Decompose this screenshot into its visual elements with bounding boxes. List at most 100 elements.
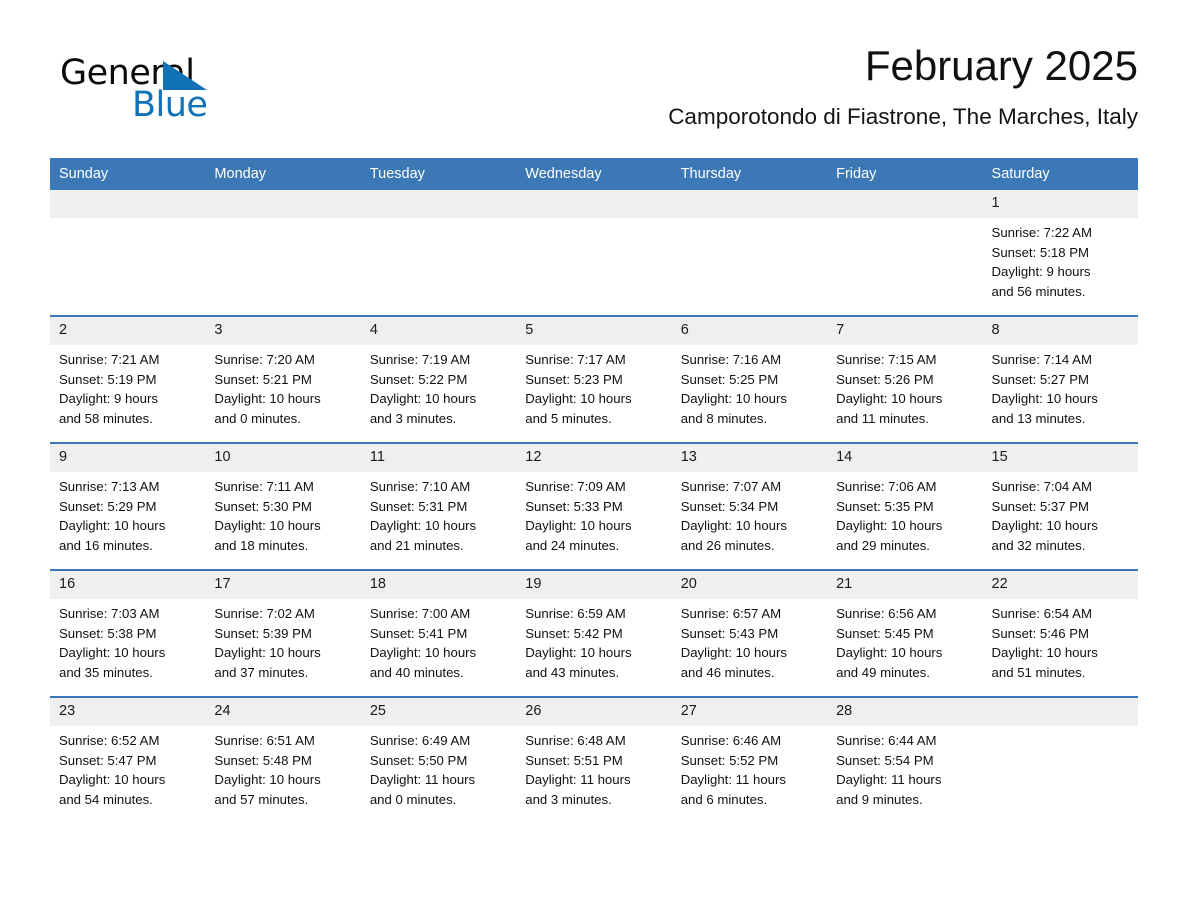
- day-number: [827, 190, 983, 218]
- day-number: 11: [360, 444, 517, 472]
- calendar-day-cell[interactable]: 14 Sunrise: 7:06 AM Sunset: 5:35 PM Dayligh…: [827, 442, 983, 570]
- calendar-body: 1 Sunrise: 7:22 AM Sunset: 5:18 PM Daylight…: [50, 190, 1138, 823]
- weekday-header-tuesday: Tuesday: [360, 158, 517, 190]
- daylight-line: and 0 minutes.: [214, 410, 301, 426]
- day-sun-info: Sunrise: 6:52 AM Sunset: 5:47 PM Daylight:…: [50, 726, 205, 809]
- daylight-line: and 13 minutes.: [991, 410, 1086, 426]
- sunrise-line: Sunrise: 6:52 AM: [59, 733, 160, 748]
- sunset-line: Sunset: 5:37 PM: [991, 498, 1090, 514]
- sunset-line: Sunset: 5:39 PM: [214, 625, 312, 641]
- calendar-day-cell[interactable]: 4 Sunrise: 7:19 AM Sunset: 5:22 PM Daylight…: [360, 315, 517, 443]
- sunset-line: Sunset: 5:27 PM: [991, 371, 1090, 387]
- calendar-day-cell[interactable]: 8 Sunrise: 7:14 AM Sunset: 5:27 PM Daylight…: [982, 315, 1138, 443]
- sunset-line: Sunset: 5:51 PM: [525, 752, 623, 768]
- daylight-line: Daylight: 11 hours: [680, 772, 786, 788]
- calendar-day-cell[interactable]: 10 Sunrise: 7:11 AM Sunset: 5:30 PM Dayligh…: [205, 442, 361, 570]
- sunrise-line: Sunrise: 7:19 AM: [369, 352, 471, 367]
- sunset-line: Sunset: 5:19 PM: [59, 371, 157, 387]
- day-sun-info: Sunrise: 7:21 AM Sunset: 5:19 PM Daylight:…: [50, 345, 205, 428]
- sunrise-line: Sunrise: 7:07 AM: [680, 479, 782, 494]
- daylight-line: Daylight: 10 hours: [369, 645, 477, 661]
- daylight-line: Daylight: 10 hours: [525, 645, 632, 661]
- day-sun-info: Sunrise: 6:57 AM Sunset: 5:43 PM Daylight:…: [672, 599, 827, 682]
- daylight-line: and 24 minutes.: [525, 537, 620, 553]
- calendar-day-cell[interactable]: 18 Sunrise: 7:00 AM Sunset: 5:41 PM Dayligh…: [360, 569, 517, 697]
- calendar-day-cell[interactable]: 15 Sunrise: 7:04 AM Sunset: 5:37 PM Dayligh…: [982, 442, 1138, 570]
- sunset-line: Sunset: 5:42 PM: [525, 625, 623, 641]
- day-sun-info: Sunrise: 7:15 AM Sunset: 5:26 PM Daylight:…: [827, 345, 982, 428]
- calendar-day-cell[interactable]: 1 Sunrise: 7:22 AM Sunset: 5:18 PM Daylight…: [982, 190, 1138, 316]
- calendar-day-cell[interactable]: 28 Sunrise: 6:44 AM Sunset: 5:54 PM Dayligh…: [827, 696, 983, 823]
- sunset-line: Sunset: 5:31 PM: [369, 498, 468, 514]
- day-number: 20: [671, 571, 828, 599]
- daylight-line: and 56 minutes.: [991, 283, 1086, 299]
- daylight-line: Daylight: 10 hours: [836, 645, 943, 661]
- sunrise-line: Sunrise: 7:22 AM: [991, 225, 1092, 240]
- calendar-day-cell[interactable]: 22 Sunrise: 6:54 AM Sunset: 5:46 PM Dayligh…: [982, 569, 1138, 697]
- daylight-line: and 32 minutes.: [991, 537, 1086, 553]
- day-number: 13: [671, 444, 828, 472]
- day-sun-info: Sunrise: 6:59 AM Sunset: 5:42 PM Daylight:…: [516, 599, 671, 682]
- daylight-line: Daylight: 10 hours: [680, 391, 787, 407]
- daylight-line: and 26 minutes.: [680, 537, 775, 553]
- calendar-week-row: 2 Sunrise: 7:21 AM Sunset: 5:19 PM Daylight…: [50, 315, 1138, 443]
- calendar-day-cell[interactable]: 12 Sunrise: 7:09 AM Sunset: 5:33 PM Dayligh…: [516, 442, 672, 570]
- calendar-day-cell[interactable]: 13 Sunrise: 7:07 AM Sunset: 5:34 PM Dayligh…: [671, 442, 828, 570]
- calendar-day-cell[interactable]: 23 Sunrise: 6:52 AM Sunset: 5:47 PM Dayligh…: [50, 696, 206, 823]
- sunrise-line: Sunrise: 7:15 AM: [836, 352, 937, 367]
- day-number: 1: [982, 190, 1138, 218]
- sunrise-line: Sunrise: 7:04 AM: [991, 479, 1092, 494]
- calendar-day-cell[interactable]: 24 Sunrise: 6:51 AM Sunset: 5:48 PM Dayligh…: [205, 696, 361, 823]
- calendar-day-cell[interactable]: 6 Sunrise: 7:16 AM Sunset: 5:25 PM Daylight…: [671, 315, 828, 443]
- sunrise-line: Sunrise: 7:11 AM: [214, 479, 314, 494]
- daylight-line: Daylight: 10 hours: [836, 391, 943, 407]
- calendar-day-cell[interactable]: 5 Sunrise: 7:17 AM Sunset: 5:23 PM Daylight…: [516, 315, 672, 443]
- day-number: 8: [982, 317, 1138, 345]
- sunset-line: Sunset: 5:45 PM: [836, 625, 934, 641]
- day-sun-info: Sunrise: 7:07 AM Sunset: 5:34 PM Daylight:…: [672, 472, 827, 555]
- day-sun-info: Sunrise: 7:20 AM Sunset: 5:21 PM Daylight:…: [205, 345, 360, 428]
- sunrise-line: Sunrise: 6:46 AM: [680, 733, 782, 748]
- daylight-line: and 0 minutes.: [369, 791, 457, 807]
- calendar-day-cell[interactable]: 20 Sunrise: 6:57 AM Sunset: 5:43 PM Dayligh…: [671, 569, 828, 697]
- day-number: [671, 190, 828, 218]
- sunrise-line: Sunrise: 6:59 AM: [525, 606, 626, 621]
- day-number: 15: [982, 444, 1138, 472]
- calendar-day-cell[interactable]: 9 Sunrise: 7:13 AM Sunset: 5:29 PM Daylight…: [50, 442, 206, 570]
- sunset-line: Sunset: 5:18 PM: [991, 244, 1090, 260]
- weekday-header-friday: Friday: [827, 158, 983, 190]
- daylight-line: Daylight: 10 hours: [369, 518, 477, 534]
- calendar-day-cell[interactable]: 26 Sunrise: 6:48 AM Sunset: 5:51 PM Dayligh…: [516, 696, 672, 823]
- calendar-day-cell[interactable]: 19 Sunrise: 6:59 AM Sunset: 5:42 PM Dayligh…: [516, 569, 672, 697]
- calendar-day-cell[interactable]: 21 Sunrise: 6:56 AM Sunset: 5:45 PM Dayligh…: [827, 569, 983, 697]
- day-sun-info: Sunrise: 7:11 AM Sunset: 5:30 PM Daylight:…: [205, 472, 360, 555]
- calendar-day-cell[interactable]: 27 Sunrise: 6:46 AM Sunset: 5:52 PM Dayligh…: [671, 696, 828, 823]
- sunrise-sunset-calendar-table: Sunday Monday Tuesday Wednesday Thursday…: [50, 158, 1138, 823]
- calendar-day-cell[interactable]: 17 Sunrise: 7:02 AM Sunset: 5:39 PM Dayligh…: [205, 569, 361, 697]
- day-number: 14: [827, 444, 983, 472]
- calendar-day-cell[interactable]: 3 Sunrise: 7:20 AM Sunset: 5:21 PM Daylight…: [205, 315, 361, 443]
- calendar-empty-cell: [516, 190, 672, 316]
- calendar-day-cell[interactable]: 16 Sunrise: 7:03 AM Sunset: 5:38 PM Dayligh…: [50, 569, 206, 697]
- day-number: 18: [360, 571, 517, 599]
- sunrise-line: Sunrise: 7:06 AM: [836, 479, 937, 494]
- calendar-header-row-group: Sunday Monday Tuesday Wednesday Thursday…: [50, 158, 1138, 190]
- day-number: 16: [50, 571, 206, 599]
- calendar-week-row: 9 Sunrise: 7:13 AM Sunset: 5:29 PM Daylight…: [50, 442, 1138, 570]
- daylight-line: and 5 minutes.: [525, 410, 612, 426]
- sunrise-line: Sunrise: 6:44 AM: [836, 733, 937, 748]
- daylight-line: and 8 minutes.: [680, 410, 768, 426]
- calendar-day-cell[interactable]: 11 Sunrise: 7:10 AM Sunset: 5:31 PM Dayligh…: [360, 442, 517, 570]
- day-sun-info: Sunrise: 7:13 AM Sunset: 5:29 PM Daylight:…: [50, 472, 205, 555]
- daylight-line: Daylight: 10 hours: [525, 518, 632, 534]
- day-sun-info: Sunrise: 6:48 AM Sunset: 5:51 PM Daylight:…: [516, 726, 671, 809]
- daylight-line: and 46 minutes.: [680, 664, 775, 680]
- calendar-day-cell[interactable]: 7 Sunrise: 7:15 AM Sunset: 5:26 PM Daylight…: [827, 315, 983, 443]
- day-number: 2: [50, 317, 206, 345]
- calendar-day-cell[interactable]: 2 Sunrise: 7:21 AM Sunset: 5:19 PM Daylight…: [50, 315, 206, 443]
- calendar-day-cell[interactable]: 25 Sunrise: 6:49 AM Sunset: 5:50 PM Dayligh…: [360, 696, 517, 823]
- day-sun-info: Sunrise: 7:00 AM Sunset: 5:41 PM Daylight:…: [361, 599, 516, 682]
- weekday-header-sunday: Sunday: [50, 158, 206, 190]
- sunset-line: Sunset: 5:26 PM: [836, 371, 934, 387]
- day-sun-info: Sunrise: 7:22 AM Sunset: 5:18 PM Daylight:…: [983, 218, 1138, 301]
